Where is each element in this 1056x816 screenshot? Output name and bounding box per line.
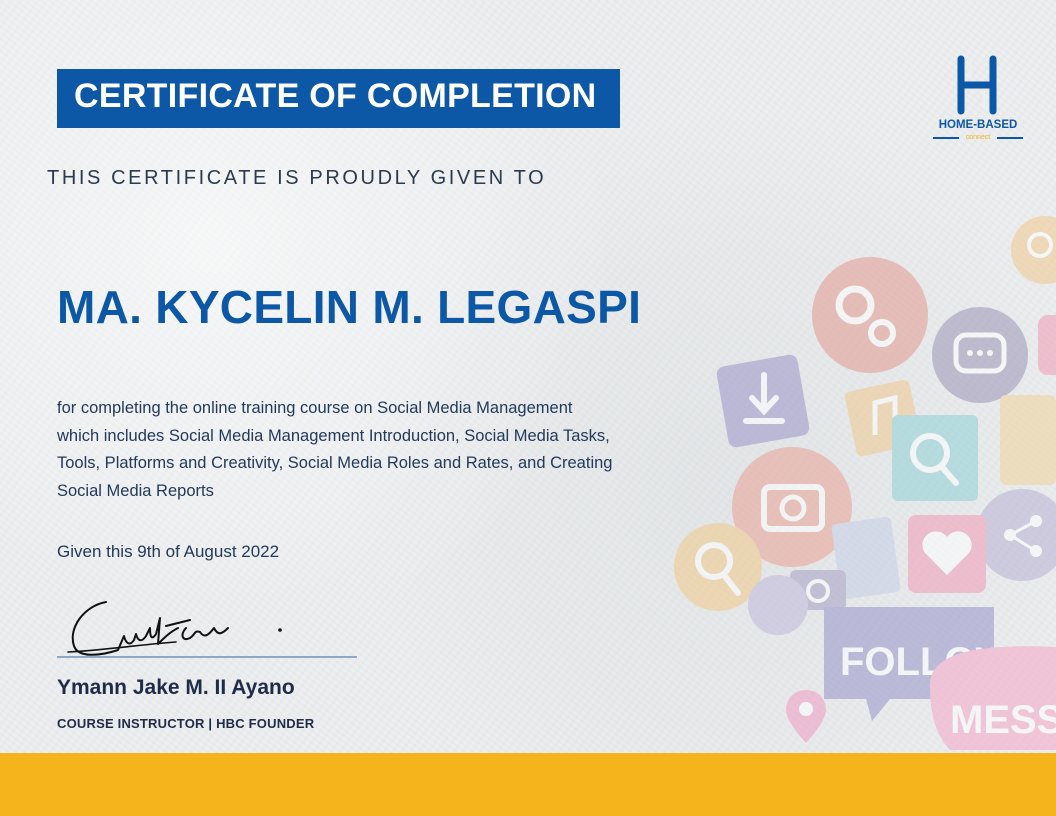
brand-logo: HOME-BASED connect [930, 55, 1026, 145]
given-to-label: THIS CERTIFICATE IS PROUDLY GIVEN TO [47, 167, 547, 189]
download-icon [716, 354, 810, 448]
logo-subtitle: connect [965, 134, 991, 141]
bottom-accent-bar [0, 753, 1056, 816]
social-media-artwork: FOLLOW MESSAG [674, 216, 1056, 750]
description-line: Tools, Platforms and Creativity, Social … [57, 454, 613, 472]
location-pin-icon [786, 690, 826, 743]
gears-icon [812, 257, 928, 373]
message-label: MESSAG [950, 698, 1056, 742]
certificate-title: CERTIFICATE OF COMPLETION [74, 77, 597, 115]
share-icon [976, 489, 1056, 581]
heart-icon [908, 515, 986, 593]
recipient-name: MA. KYCELIN M. LEGASPI [57, 281, 642, 333]
magnifier-icon [1011, 216, 1056, 284]
title-banner: CERTIFICATE OF COMPLETION [57, 69, 620, 128]
description-line: Social Media Reports [57, 481, 214, 500]
signer-role: COURSE INSTRUCTOR | HBC FOUNDER [57, 716, 315, 731]
course-description: for completing the online training cours… [57, 395, 657, 505]
logo-name: HOME-BASED [938, 119, 1018, 131]
signer-name: Ymann Jake M. II Ayano [57, 676, 295, 699]
chat-bubble-icon [932, 307, 1028, 403]
home-based-logo-icon [957, 55, 997, 115]
issue-date: Given this 9th of August 2022 [57, 542, 280, 561]
signature-line [57, 656, 357, 658]
description-line: which includes Social Media Management I… [57, 426, 610, 445]
description-line: for completing the online training cours… [57, 399, 573, 417]
